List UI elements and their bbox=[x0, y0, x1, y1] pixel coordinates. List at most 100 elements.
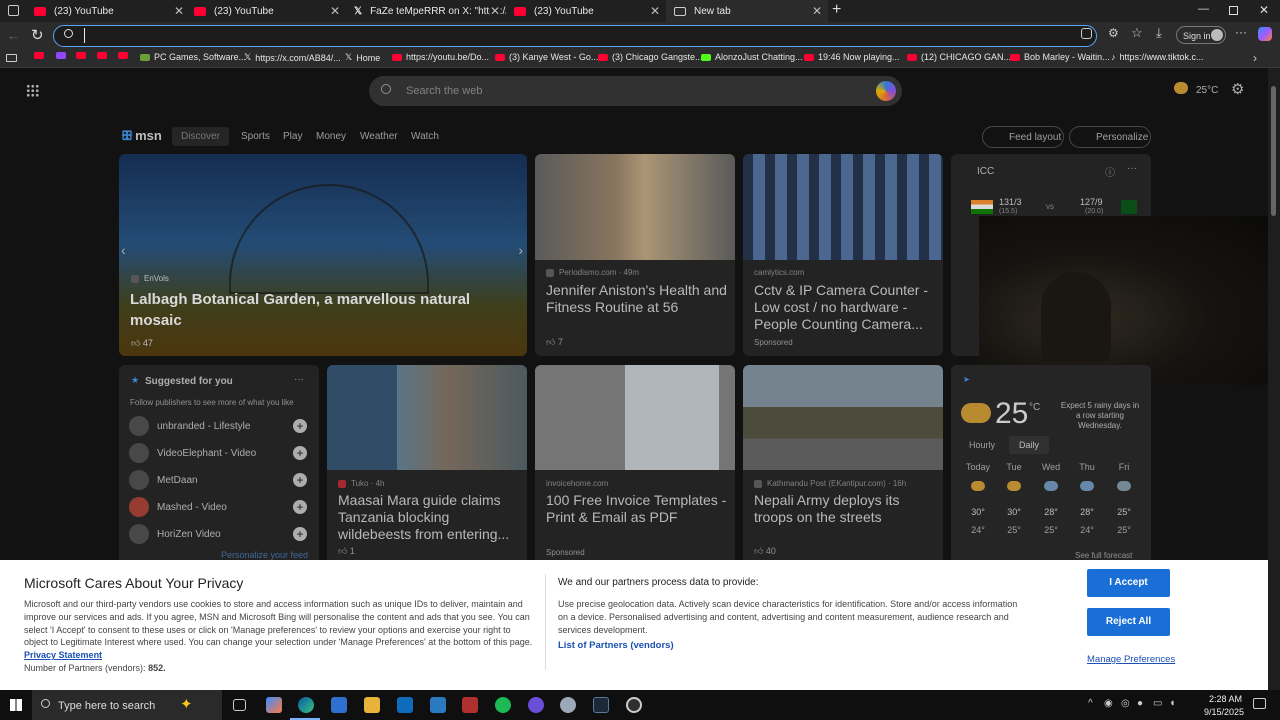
card-invoice[interactable]: invoicehome.com 100 Free Invoice Templat… bbox=[535, 365, 735, 560]
close-icon[interactable]: ✕ bbox=[650, 4, 660, 18]
tab-actions-icon[interactable] bbox=[8, 5, 19, 16]
publisher-item[interactable]: HoriZen Video + bbox=[129, 523, 307, 545]
microphone-icon[interactable]: ● bbox=[1137, 698, 1143, 709]
bookmark-youtube[interactable] bbox=[118, 52, 132, 59]
apps-grid-icon[interactable] bbox=[26, 84, 39, 97]
copilot-icon[interactable] bbox=[1258, 27, 1272, 41]
nav-discover[interactable]: Discover bbox=[172, 127, 229, 146]
card-aniston[interactable]: Periodismo.com · 49m Jennifer Aniston's … bbox=[535, 154, 735, 356]
follow-plus-icon[interactable]: + bbox=[293, 527, 307, 541]
tray-app-icon[interactable]: ◉ bbox=[1104, 698, 1113, 709]
app-icon[interactable] bbox=[430, 697, 446, 713]
steam-icon[interactable] bbox=[593, 697, 609, 713]
sign-in-button[interactable]: Sign in bbox=[1176, 26, 1226, 44]
close-icon[interactable]: ✕ bbox=[174, 4, 184, 18]
refresh-icon[interactable]: ↻ bbox=[31, 26, 44, 44]
tab-youtube-2[interactable]: (23) YouTube ✕ bbox=[186, 0, 346, 22]
reader-icon[interactable] bbox=[1081, 28, 1092, 39]
outlook-icon[interactable] bbox=[397, 697, 413, 713]
copilot-icon[interactable] bbox=[876, 81, 896, 101]
personalize-button[interactable]: Personalize bbox=[1069, 126, 1151, 148]
maximize-icon[interactable] bbox=[1229, 6, 1238, 15]
back-icon[interactable]: ← bbox=[7, 28, 20, 43]
tab-hourly[interactable]: Hourly bbox=[969, 440, 995, 450]
close-icon[interactable]: ✕ bbox=[489, 4, 500, 18]
bookmark-item[interactable]: ♪ https://www.tiktok.c... bbox=[1111, 52, 1204, 62]
downloads-icon[interactable]: ⤓ bbox=[1156, 25, 1162, 41]
address-input[interactable] bbox=[84, 28, 1064, 43]
minimize-icon[interactable]: — bbox=[1198, 3, 1209, 15]
card1-title[interactable]: Jennifer Aniston's Health and Fitness Ro… bbox=[546, 282, 731, 316]
favorites-icon[interactable]: ☆ bbox=[1131, 25, 1143, 41]
discord-icon[interactable] bbox=[528, 697, 544, 713]
bookmark-item[interactable]: Bob Marley - Waitin... bbox=[1010, 52, 1110, 62]
nav-money[interactable]: Money bbox=[316, 131, 346, 142]
info-icon[interactable]: ⓘ bbox=[1105, 164, 1115, 179]
bookmark-item[interactable]: AlonzoJust Chatting... bbox=[701, 52, 803, 62]
weather-card[interactable]: ➤ 25 °C Expect 5 rainy days in a row sta… bbox=[951, 365, 1151, 560]
bookmark-item[interactable]: 𝕏 Home bbox=[345, 52, 380, 63]
address-bar[interactable] bbox=[53, 25, 1097, 47]
clock-time[interactable]: 2:28 AM bbox=[1209, 694, 1242, 704]
nav-play[interactable]: Play bbox=[283, 131, 302, 142]
app-icon[interactable] bbox=[462, 697, 478, 713]
chevron-up-icon[interactable]: ^ bbox=[1088, 698, 1093, 709]
bookmark-youtube[interactable] bbox=[97, 52, 111, 59]
bookmark-youtube[interactable] bbox=[34, 52, 48, 59]
publisher-item[interactable]: unbranded - Lifestyle + bbox=[129, 415, 307, 437]
copilot-icon[interactable] bbox=[266, 697, 282, 713]
more-icon[interactable]: ··· bbox=[1127, 163, 1137, 174]
card4-title[interactable]: 100 Free Invoice Templates - Print & Ema… bbox=[546, 492, 731, 526]
tray-app-icon[interactable]: ◎ bbox=[1121, 698, 1130, 709]
feed-layout-button[interactable]: Feed layout bbox=[982, 126, 1064, 148]
web-search-box[interactable]: Search the web bbox=[369, 76, 902, 106]
bookmark-item[interactable]: 19:46 Now playing... bbox=[804, 52, 900, 62]
card-cctv[interactable]: camlytics.com Cctv & IP Camera Counter -… bbox=[743, 154, 943, 356]
card2-title[interactable]: Cctv & IP Camera Counter - Low cost / no… bbox=[754, 282, 939, 333]
tab-x[interactable]: 𝕏 FaZe teMpeRRR on X: "https://t.c ✕ bbox=[346, 0, 506, 22]
card3-likes[interactable]: 👍︎ 1 bbox=[338, 546, 355, 557]
card5-likes[interactable]: 👍︎ 40 bbox=[754, 546, 776, 557]
reject-all-button[interactable]: Reject All bbox=[1087, 608, 1170, 636]
extensions-icon[interactable]: ⚙ bbox=[1108, 26, 1119, 40]
card3-title[interactable]: Maasai Mara guide claims Tanzania blocki… bbox=[338, 492, 523, 543]
scrollbar[interactable] bbox=[1268, 68, 1280, 690]
accept-button[interactable]: I Accept bbox=[1087, 569, 1170, 597]
more-icon[interactable]: ··· bbox=[1235, 25, 1247, 39]
notification-icon[interactable] bbox=[1253, 698, 1266, 709]
taskbar-search-box[interactable]: Type here to search ✦ bbox=[32, 690, 222, 720]
follow-plus-icon[interactable]: + bbox=[293, 446, 307, 460]
bookmark-item[interactable]: PC Games, Software... bbox=[140, 52, 246, 62]
list-of-partners-link[interactable]: List of Partners (vendors) bbox=[558, 640, 674, 651]
new-tab-button[interactable]: + bbox=[832, 1, 841, 19]
bookmark-item[interactable]: (3) Kanye West - Go... bbox=[495, 52, 598, 62]
folder-icon[interactable] bbox=[6, 54, 17, 62]
app-icon[interactable] bbox=[560, 697, 576, 713]
store-icon[interactable] bbox=[331, 697, 347, 713]
card-maasai[interactable]: Tuko · 4h Maasai Mara guide claims Tanza… bbox=[327, 365, 527, 560]
task-view-icon[interactable] bbox=[233, 699, 246, 711]
bookmark-twitch[interactable] bbox=[56, 52, 70, 59]
bookmark-item[interactable]: 𝕏https://x.com/AB84/... bbox=[244, 52, 341, 63]
personalize-feed-link[interactable]: Personalize your feed bbox=[221, 550, 308, 560]
manage-preferences-link[interactable]: Manage Preferences bbox=[1087, 654, 1175, 665]
close-icon[interactable]: ✕ bbox=[812, 4, 822, 18]
bookmark-youtube[interactable] bbox=[76, 52, 90, 59]
chevron-right-icon[interactable]: › bbox=[518, 242, 523, 258]
publisher-item[interactable]: VideoElephant - Video + bbox=[129, 442, 307, 464]
chevron-left-icon[interactable]: ‹ bbox=[121, 242, 126, 258]
bookmark-item[interactable]: (3) Chicago Gangste... bbox=[598, 52, 703, 62]
edge-icon[interactable] bbox=[298, 697, 314, 713]
clock-date[interactable]: 9/15/2025 bbox=[1204, 707, 1244, 717]
windows-start-icon[interactable] bbox=[10, 699, 22, 711]
card1-likes[interactable]: 👍︎ 7 bbox=[546, 337, 563, 348]
tab-youtube-3[interactable]: (23) YouTube ✕ bbox=[506, 0, 666, 22]
close-icon[interactable]: ✕ bbox=[330, 4, 340, 18]
more-icon[interactable]: ··· bbox=[294, 374, 304, 385]
card5-title[interactable]: Nepali Army deploys its troops on the st… bbox=[754, 492, 939, 526]
nav-weather[interactable]: Weather bbox=[360, 131, 398, 142]
spotify-icon[interactable] bbox=[495, 697, 511, 713]
bookmark-item[interactable]: (12) CHICAGO GAN... bbox=[907, 52, 1011, 62]
privacy-statement-link[interactable]: Privacy Statement bbox=[24, 650, 102, 660]
nav-watch[interactable]: Watch bbox=[411, 131, 439, 142]
